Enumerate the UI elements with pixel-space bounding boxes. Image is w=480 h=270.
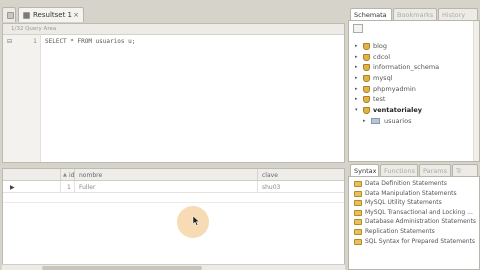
- expand-icon[interactable]: ▸: [363, 118, 366, 124]
- tab-query-area[interactable]: [2, 7, 16, 22]
- line-number: 1: [33, 38, 37, 45]
- folder-icon: [354, 181, 362, 187]
- schema-item-mysql[interactable]: ▸ mysql: [349, 73, 479, 84]
- folder-icon: [354, 200, 362, 207]
- syntax-item[interactable]: Database Administration Statements: [349, 217, 479, 227]
- query-editor-panel: 1/32 Query Area ⊟ 1 SELECT * FROM usuari…: [2, 23, 345, 163]
- expand-icon[interactable]: ▸: [355, 64, 358, 70]
- folder-icon: [354, 219, 362, 226]
- expand-icon[interactable]: ▸: [355, 43, 358, 49]
- database-icon: [363, 43, 370, 50]
- folder-icon: [354, 209, 362, 216]
- syntax-item[interactable]: MySQL Transactional and Locking ...: [349, 208, 479, 218]
- table-item-usuarios[interactable]: ▸ usuarios: [349, 116, 479, 127]
- query-browser-window: Resultset 1 × 1/32 Query Area ⊟ 1 SELECT…: [0, 0, 480, 270]
- cell-nombre[interactable]: Fuller: [75, 181, 258, 193]
- vertical-scrollbar[interactable]: [473, 21, 479, 161]
- tab-functions[interactable]: Functions: [380, 164, 418, 176]
- tab-syntax[interactable]: Syntax: [350, 164, 379, 176]
- schema-item-information-schema[interactable]: ▸ information_schema: [349, 62, 479, 73]
- close-icon[interactable]: ×: [73, 11, 79, 19]
- query-area-header: 1/32 Query Area: [3, 24, 344, 35]
- table-row[interactable]: 1 Fuller shu03: [3, 181, 344, 193]
- schema-item-cdcol[interactable]: ▸ cdcol: [349, 52, 479, 63]
- column-header-rowmarker: [3, 169, 61, 181]
- scrollbar-thumb[interactable]: [42, 266, 202, 270]
- database-icon: [363, 96, 370, 104]
- empty-row[interactable]: [3, 193, 344, 203]
- grid-header: ▲ id nombre clave: [3, 169, 344, 181]
- tab-params[interactable]: Params: [419, 164, 451, 176]
- column-header-nombre[interactable]: nombre: [75, 169, 258, 181]
- column-header-id-label: id: [69, 172, 75, 179]
- sort-arrow-icon: ▲: [63, 172, 67, 178]
- browser-tabs: Schemata Bookmarks History: [348, 6, 480, 20]
- schema-toolbar-icon[interactable]: [353, 24, 363, 33]
- column-header-id[interactable]: ▲ id: [61, 169, 75, 181]
- expand-icon[interactable]: ▸: [355, 54, 358, 60]
- help-tabs: Syntax Functions Params Tr: [348, 162, 480, 176]
- tab-trx[interactable]: Tr: [452, 164, 478, 176]
- line-gutter: ⊟ 1: [3, 35, 41, 162]
- cell-clave[interactable]: shu03: [258, 181, 346, 193]
- tab-resultset[interactable]: Resultset 1 ×: [18, 7, 84, 22]
- expand-icon[interactable]: ▸: [355, 86, 358, 92]
- schemata-panel: ▸ blog ▸ cdcol ▸ information_schema ▸ my…: [348, 20, 480, 162]
- expand-icon[interactable]: ▸: [355, 75, 358, 81]
- database-icon: [363, 53, 370, 61]
- query-icon: [7, 12, 14, 19]
- result-tabs: Resultset 1 ×: [0, 6, 345, 23]
- column-header-clave-label: clave: [262, 172, 278, 179]
- syntax-tree: Data Definition Statements Data Manipula…: [349, 179, 479, 246]
- schema-item-blog[interactable]: ▸ blog: [349, 41, 479, 52]
- row-pointer-icon: ▶: [10, 184, 15, 191]
- syntax-item[interactable]: SQL Syntax for Prepared Statements: [349, 237, 479, 247]
- table-icon: [371, 117, 380, 124]
- cell-id[interactable]: 1: [61, 181, 75, 193]
- tab-history[interactable]: History: [438, 8, 478, 20]
- database-icon: [363, 107, 370, 115]
- mouse-cursor-icon: [192, 216, 200, 226]
- fold-icon[interactable]: ⊟: [7, 38, 12, 45]
- folder-icon: [354, 228, 362, 235]
- syntax-area: Syntax Functions Params Tr Data Definiti…: [348, 162, 480, 270]
- sql-query-text[interactable]: SELECT * FROM usuarios u;: [45, 38, 135, 45]
- horizontal-scrollbar[interactable]: [2, 264, 345, 270]
- collapse-icon[interactable]: ▾: [355, 107, 358, 113]
- result-grid: ▲ id nombre clave 1 Fuller shu03 ▶: [2, 168, 345, 270]
- column-header-nombre-label: nombre: [79, 172, 103, 179]
- expand-icon[interactable]: ▸: [355, 96, 358, 102]
- schema-tree: ▸ blog ▸ cdcol ▸ information_schema ▸ my…: [349, 41, 479, 127]
- syntax-item[interactable]: Replication Statements: [349, 227, 479, 237]
- schema-item-ventatorialey[interactable]: ▾ ventatorialey: [349, 105, 479, 116]
- database-icon: [363, 75, 370, 83]
- folder-icon: [354, 238, 362, 245]
- query-area-label: 1/32 Query Area: [11, 26, 57, 32]
- syntax-item[interactable]: MySQL Utility Statements: [349, 198, 479, 208]
- tab-schemata[interactable]: Schemata: [350, 8, 392, 20]
- schema-item-test[interactable]: ▸ test: [349, 94, 479, 105]
- database-icon: [363, 64, 370, 72]
- syntax-panel: Data Definition Statements Data Manipula…: [348, 176, 480, 270]
- query-editor[interactable]: ⊟ 1 SELECT * FROM usuarios u;: [3, 35, 344, 162]
- folder-icon: [354, 190, 362, 197]
- tab-resultset-label: Resultset 1: [33, 11, 73, 19]
- resultset-icon: [23, 12, 30, 19]
- column-header-clave[interactable]: clave: [258, 169, 346, 181]
- syntax-item[interactable]: Data Manipulation Statements: [349, 189, 479, 199]
- schemata-area: Schemata Bookmarks History ▸ blog ▸ cdco…: [348, 6, 480, 162]
- tab-bookmarks[interactable]: Bookmarks: [393, 8, 437, 20]
- database-icon: [363, 85, 370, 93]
- schema-item-phpmyadmin[interactable]: ▸ phpmyadmin: [349, 84, 479, 95]
- syntax-item[interactable]: Data Definition Statements: [349, 179, 479, 189]
